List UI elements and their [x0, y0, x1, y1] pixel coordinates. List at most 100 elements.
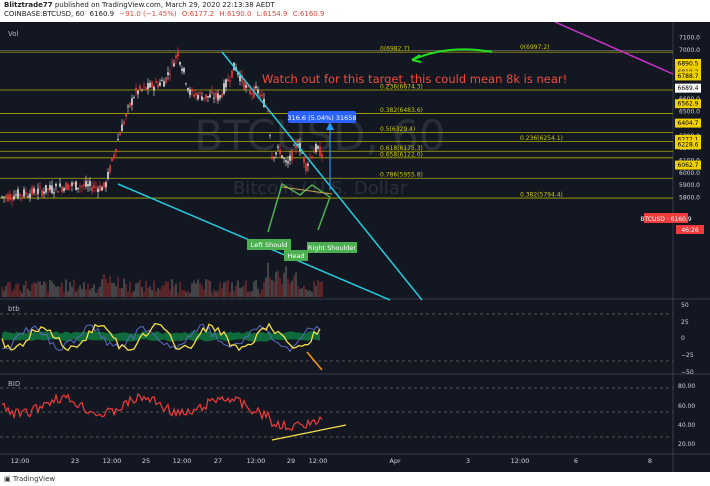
candle-body: [101, 187, 103, 191]
volume-bar: [121, 288, 123, 297]
osc1-tick: −50: [681, 369, 694, 376]
candle-body: [181, 68, 183, 71]
candle-body: [113, 154, 115, 158]
chart-canvas[interactable]: BTCUSD, 60 Bitcoin / U.S. Dollar Vol btb…: [0, 22, 710, 472]
fib-label: 0.5(6329.4): [380, 126, 415, 133]
candle-body: [53, 192, 55, 194]
volume-bar: [285, 266, 287, 297]
candle-body: [125, 113, 127, 117]
volume-bar: [217, 290, 219, 297]
candle-body: [285, 160, 287, 163]
volume-bar: [59, 286, 61, 297]
volume-bar: [49, 280, 51, 297]
volume-bar: [9, 281, 11, 297]
candle-body: [153, 86, 155, 91]
candle-body: [151, 81, 153, 88]
volume-bar: [183, 289, 185, 297]
osc2-tick: 40.00: [678, 422, 695, 429]
target-note[interactable]: Watch out for this target, this could me…: [262, 72, 567, 86]
candle-body: [289, 155, 291, 161]
candle-body: [249, 89, 251, 95]
volume-bar: [201, 285, 203, 297]
volume-bar: [145, 280, 147, 297]
candle-body: [39, 186, 41, 188]
candle-body: [183, 67, 185, 73]
candle-body: [215, 92, 217, 98]
volume-bar: [205, 279, 207, 297]
price-tick: 5900.0: [679, 182, 700, 189]
ohlc-row: COINBASE:BTCUSD, 60 6160.9 −91.0 (−1.45%…: [4, 10, 706, 19]
volume-bar: [313, 281, 315, 297]
time-tick: 12:00: [173, 457, 192, 465]
volume-bar: [61, 282, 63, 297]
volume-bar: [25, 280, 27, 297]
volume-bar: [29, 291, 31, 297]
candle-body: [79, 186, 81, 188]
volume-bar: [91, 287, 93, 297]
time-tick: 29: [287, 457, 295, 465]
volume-bar: [195, 283, 197, 297]
candle-body: [173, 63, 175, 67]
candle-body: [81, 185, 83, 187]
volume-bar: [189, 292, 191, 297]
volume-bar: [233, 290, 235, 297]
volume-bar: [97, 289, 99, 297]
candle-body: [107, 171, 109, 179]
volume-bar: [225, 281, 227, 297]
candle-body: [3, 196, 5, 198]
volume-bar: [239, 287, 241, 297]
osc2-tick: 20.00: [678, 441, 695, 448]
volume-bar: [187, 290, 189, 297]
candle-body: [9, 193, 11, 200]
volume-bar: [173, 286, 175, 297]
candle-body: [19, 193, 21, 197]
volume-bar: [73, 279, 75, 297]
volume-bar: [111, 282, 113, 297]
candle-body: [171, 61, 173, 63]
candle-body: [121, 124, 123, 132]
candle-body: [15, 194, 17, 196]
volume-bar: [165, 281, 167, 297]
candle-body: [221, 93, 223, 98]
volume-bar: [177, 292, 179, 297]
candle-body: [197, 94, 199, 100]
author-name[interactable]: Blitztrade77: [4, 1, 53, 9]
volume-bar: [199, 282, 201, 297]
candle-body: [225, 79, 227, 88]
time-tick: 8: [648, 457, 652, 465]
candle-body: [207, 96, 209, 98]
volume-bar: [269, 277, 271, 297]
candle-body: [33, 188, 35, 193]
osc1-tick: 0: [681, 335, 685, 342]
volume-bar: [127, 291, 129, 297]
volume-bar: [161, 286, 163, 297]
candle-body: [37, 188, 39, 195]
volume-bar: [65, 279, 67, 297]
price-badge-label: 6404.7: [678, 120, 699, 127]
high-value: H:6190.0: [219, 10, 252, 18]
last-value: 6160.9: [89, 10, 115, 18]
candle-body: [163, 81, 165, 87]
candle-body: [131, 98, 133, 105]
tradingview-icon: ▣: [4, 475, 11, 483]
volume-bar: [247, 292, 249, 297]
candle-body: [213, 97, 215, 99]
price-badge-label: 6562.9: [678, 101, 699, 108]
time-tick: 3: [466, 457, 470, 465]
candle-body: [271, 156, 273, 159]
volume-bar: [159, 289, 161, 297]
candle-body: [105, 182, 107, 188]
candle-body: [109, 165, 111, 173]
candle-body: [149, 82, 151, 88]
candle-body: [31, 187, 33, 195]
candle-body: [35, 194, 37, 196]
price-tick: 7100.0: [679, 35, 700, 42]
candle-body: [257, 89, 259, 94]
volume-bar: [31, 284, 33, 297]
candle-body: [57, 191, 59, 193]
tradingview-logo[interactable]: ▣ TradingView: [4, 472, 55, 486]
low-value: L:6154.9: [256, 10, 288, 18]
volume-bar: [1, 286, 3, 297]
time-tick: 25: [142, 457, 150, 465]
volume-bar: [275, 271, 277, 297]
